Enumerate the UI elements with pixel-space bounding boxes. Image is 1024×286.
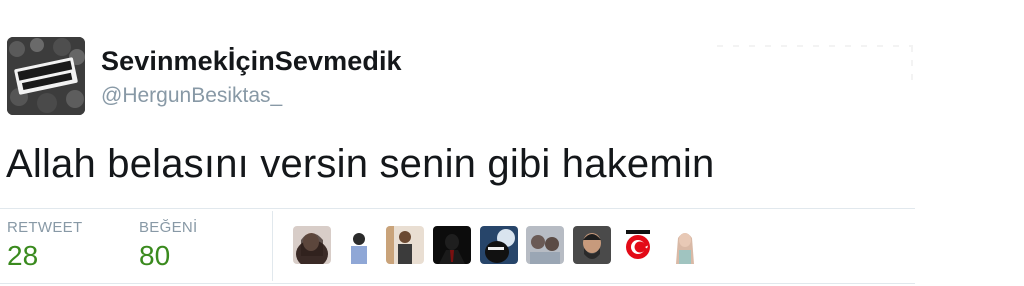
liker-avatar-7[interactable] xyxy=(573,226,611,264)
tweet-text: Allah belasını versin senin gibi hakemin xyxy=(6,142,715,186)
display-name[interactable]: SevinmekİçinSevmedik xyxy=(101,46,402,77)
like-label[interactable]: BEĞENİ xyxy=(139,219,197,236)
liker-avatar-3[interactable] xyxy=(386,226,424,264)
stats-divider-bottom xyxy=(0,283,915,284)
stats-divider-top xyxy=(0,208,915,209)
liker-avatar-4[interactable] xyxy=(433,226,471,264)
liker-avatar-6[interactable] xyxy=(526,226,564,264)
liker-avatar-1[interactable] xyxy=(293,226,331,264)
liker-avatar-5[interactable] xyxy=(480,226,518,264)
liker-avatar-2[interactable] xyxy=(340,226,378,264)
like-count[interactable]: 80 xyxy=(139,240,170,272)
avatar[interactable] xyxy=(7,37,85,115)
watermark-mark xyxy=(717,45,913,82)
stats-separator xyxy=(272,211,273,281)
retweet-label[interactable]: RETWEET xyxy=(7,219,82,236)
avatar-image xyxy=(7,37,85,115)
user-handle[interactable]: @HergunBesiktas_ xyxy=(101,84,282,108)
liker-avatar-8[interactable] xyxy=(619,226,657,264)
liker-avatar-9[interactable] xyxy=(666,226,704,264)
tweet-card: SevinmekİçinSevmedik @HergunBesiktas_ Al… xyxy=(0,0,1024,286)
retweet-count[interactable]: 28 xyxy=(7,240,38,272)
